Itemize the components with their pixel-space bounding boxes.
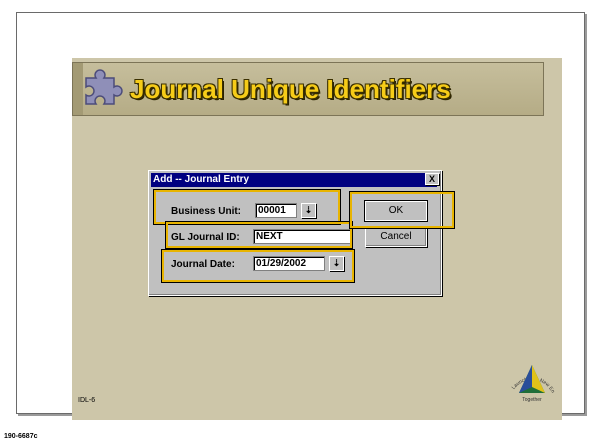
ok-highlight: [350, 192, 454, 228]
enterprise-logo: Launching a New Enterprise Together: [504, 353, 556, 403]
gl-journal-id-highlight: [166, 222, 352, 248]
puzzle-piece-icon: [85, 69, 123, 105]
journal-date-highlight: [162, 250, 354, 282]
cancel-button[interactable]: Cancel: [365, 227, 427, 247]
close-icon[interactable]: X: [425, 173, 439, 185]
slide-title: Journal Unique Identifiers: [130, 74, 451, 104]
logo-text-bottom: Together: [522, 397, 542, 403]
dialog-title: Add -- Journal Entry: [151, 173, 437, 187]
business-unit-highlight: [154, 190, 340, 224]
slide-id: IDL-6: [78, 397, 96, 404]
doc-code: 190-6687c: [4, 433, 38, 440]
